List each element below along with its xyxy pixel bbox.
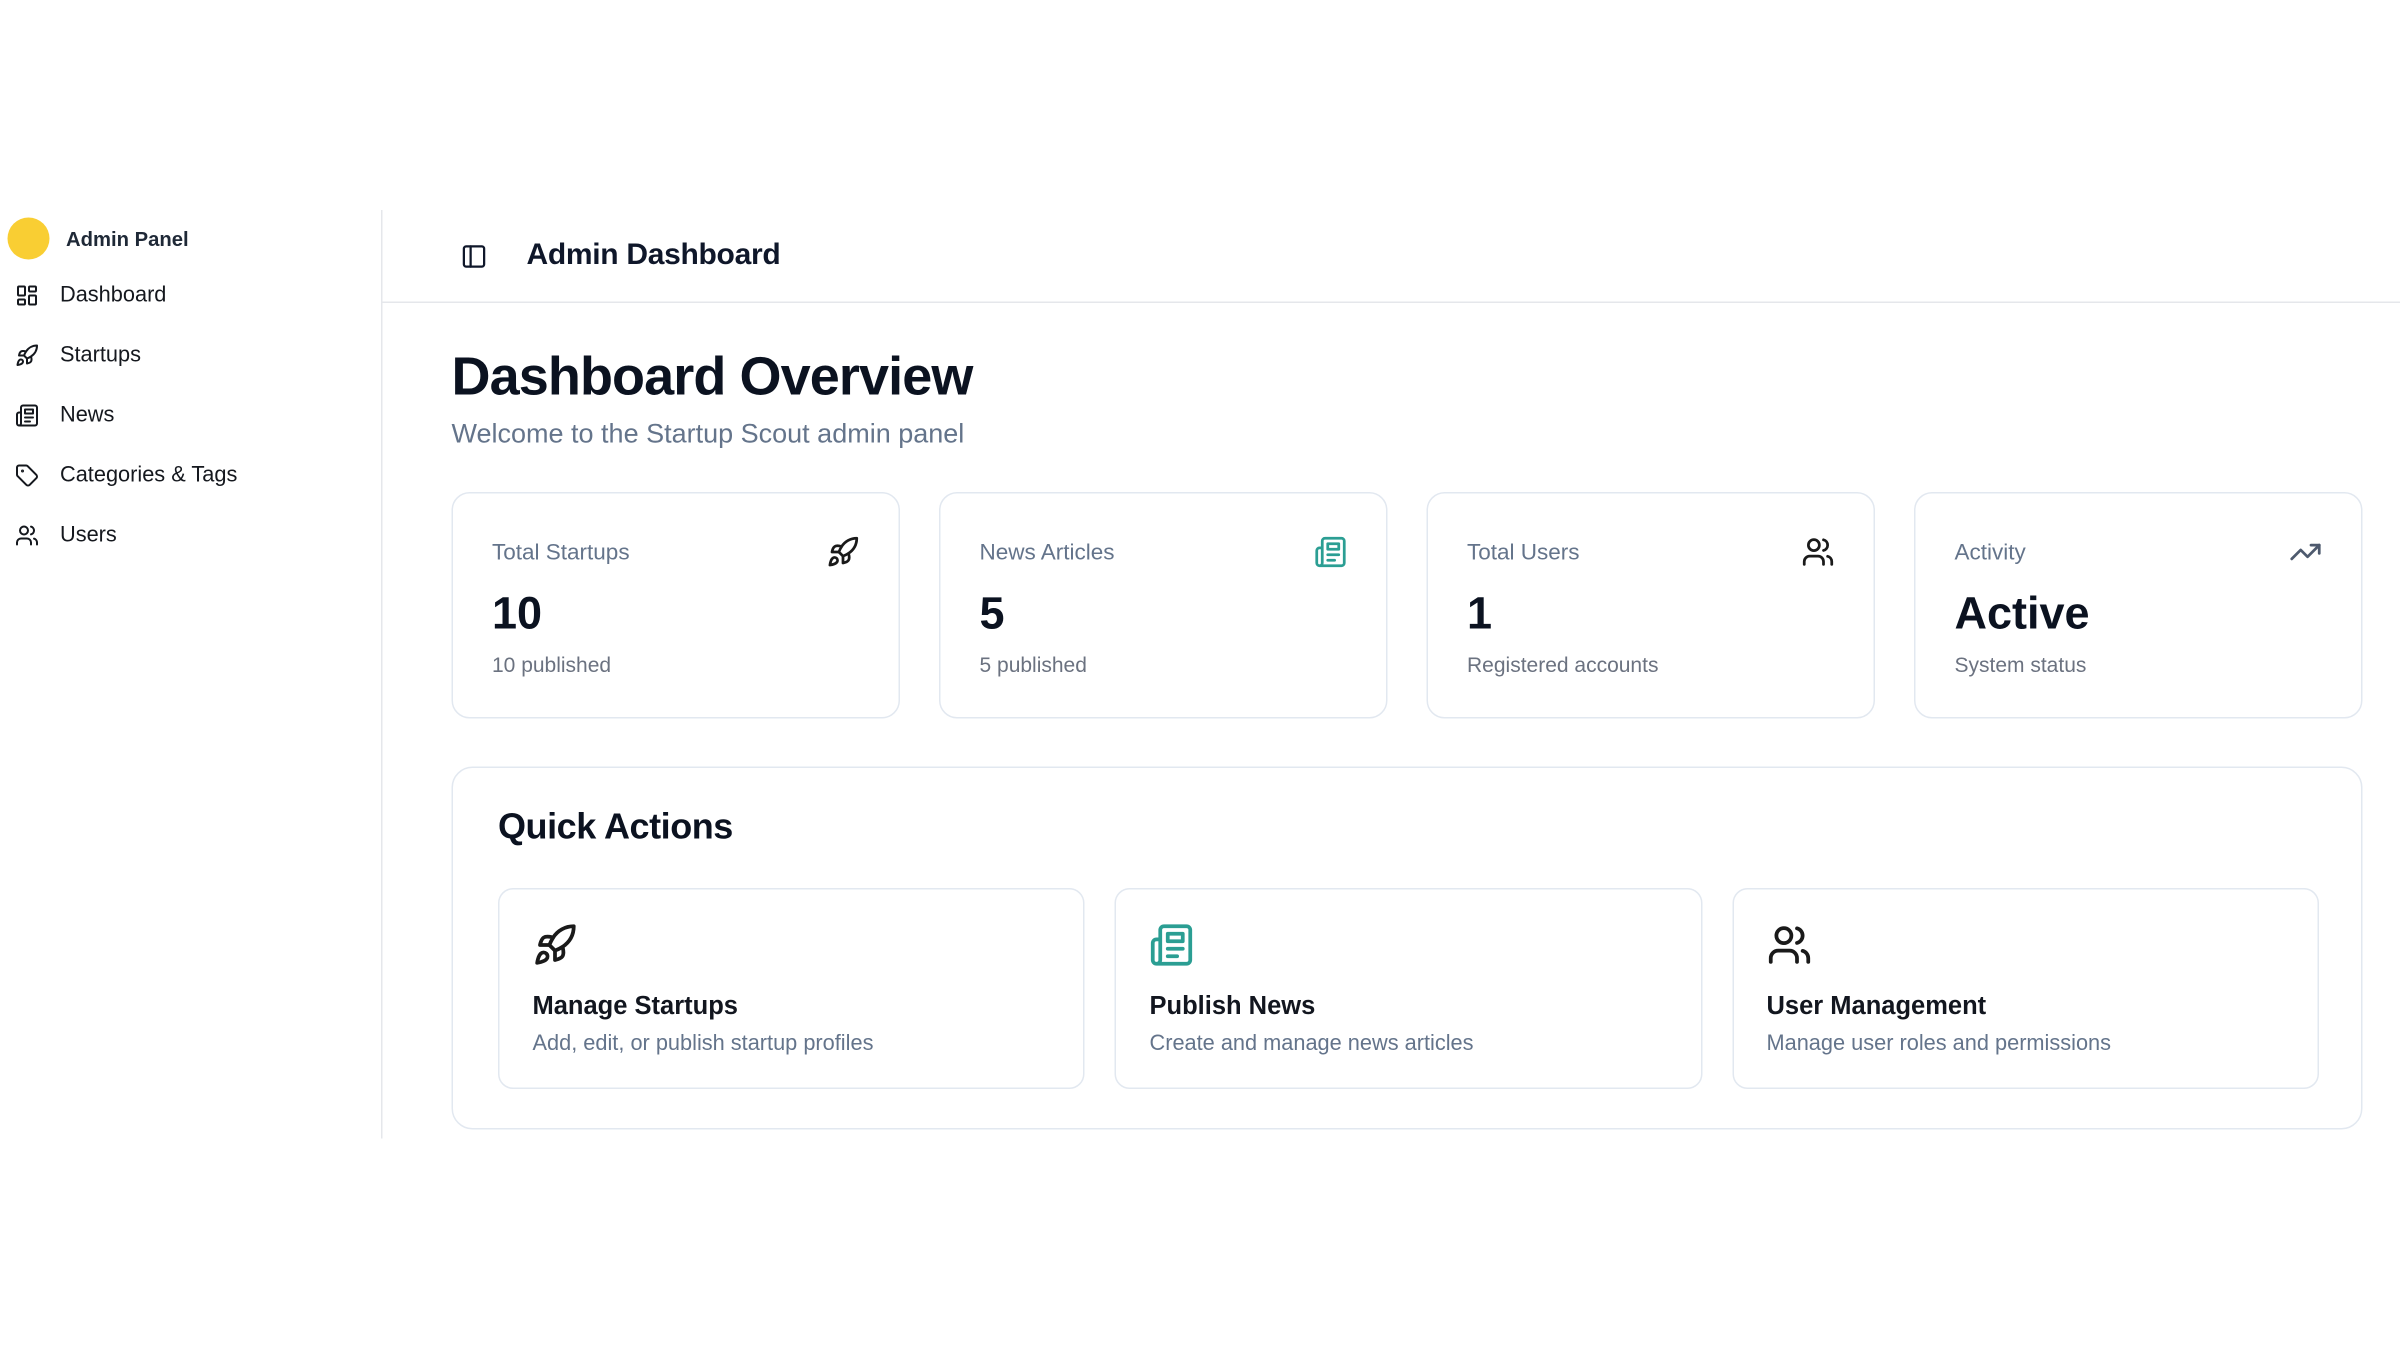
stat-subtext: Registered accounts bbox=[1467, 652, 1835, 676]
sidebar-item-dashboard[interactable]: Dashboard bbox=[8, 266, 370, 326]
action-description: Manage user roles and permissions bbox=[1766, 1032, 2284, 1056]
quick-actions-title: Quick Actions bbox=[498, 807, 2319, 849]
users-icon bbox=[1802, 536, 1835, 569]
layout-dashboard-icon bbox=[15, 284, 39, 308]
sidebar-item-label: Users bbox=[60, 524, 117, 548]
overview-subtitle: Welcome to the Startup Scout admin panel bbox=[452, 419, 2363, 451]
newspaper-icon bbox=[1149, 923, 1194, 968]
users-icon bbox=[1766, 923, 1811, 968]
users-icon bbox=[15, 524, 39, 548]
sidebar-item-label: Dashboard bbox=[60, 284, 166, 308]
page-title: Admin Dashboard bbox=[527, 239, 781, 274]
stat-card-header: Activity bbox=[1955, 536, 2323, 569]
stats-row: Total Startups 10 10 published News Arti… bbox=[452, 492, 2363, 719]
sidebar-item-news[interactable]: News bbox=[8, 386, 370, 446]
stat-subtext: 10 published bbox=[492, 652, 860, 676]
stat-label: Total Users bbox=[1467, 539, 1580, 565]
stat-value: 5 bbox=[980, 590, 1348, 642]
action-title: Publish News bbox=[1149, 992, 1667, 1022]
sidebar-item-startups[interactable]: Startups bbox=[8, 326, 370, 386]
sidebar-item-label: News bbox=[60, 404, 114, 428]
action-description: Create and manage news articles bbox=[1149, 1032, 1667, 1056]
topbar: Admin Dashboard bbox=[383, 210, 2400, 303]
stat-card-header: Total Startups bbox=[492, 536, 860, 569]
brand-label: Admin Panel bbox=[66, 227, 189, 250]
stat-card-header: News Articles bbox=[980, 536, 1348, 569]
dashboard-content: Dashboard Overview Welcome to the Startu… bbox=[383, 303, 2400, 1130]
sidebar-item-users[interactable]: Users bbox=[8, 506, 370, 566]
stat-label: News Articles bbox=[980, 539, 1115, 565]
stat-subtext: 5 published bbox=[980, 652, 1348, 676]
sidebar-item-label: Startups bbox=[60, 344, 141, 368]
action-card-publish-news[interactable]: Publish News Create and manage news arti… bbox=[1115, 888, 1702, 1089]
quick-actions-panel: Quick Actions Manage Startups Add, edit,… bbox=[452, 767, 2363, 1130]
overview-title: Dashboard Overview bbox=[452, 345, 2363, 408]
newspaper-icon bbox=[15, 404, 39, 428]
rocket-icon bbox=[15, 344, 39, 368]
stat-card-header: Total Users bbox=[1467, 536, 1835, 569]
rocket-icon bbox=[827, 536, 860, 569]
brand-logo-circle bbox=[8, 218, 50, 260]
stat-value: 10 bbox=[492, 590, 860, 642]
sidebar-item-label: Categories & Tags bbox=[60, 464, 237, 488]
stat-label: Activity bbox=[1955, 539, 2026, 565]
stat-value: 1 bbox=[1467, 590, 1835, 642]
quick-actions-grid: Manage Startups Add, edit, or publish st… bbox=[498, 888, 2319, 1089]
action-description: Add, edit, or publish startup profiles bbox=[533, 1032, 1051, 1056]
stat-card-total-startups: Total Startups 10 10 published bbox=[452, 492, 901, 719]
stat-value: Active bbox=[1955, 590, 2323, 642]
sidebar-toggle-button[interactable] bbox=[461, 242, 488, 269]
action-title: User Management bbox=[1766, 992, 2284, 1022]
action-title: Manage Startups bbox=[533, 992, 1051, 1022]
stat-card-news-articles: News Articles 5 5 published bbox=[939, 492, 1388, 719]
stat-card-activity: Activity Active System status bbox=[1914, 492, 2363, 719]
app-root: Admin Panel Dashboard Startups News Cat bbox=[0, 0, 2400, 1350]
sidebar-brand[interactable]: Admin Panel bbox=[8, 216, 370, 261]
trending-up-icon bbox=[2289, 536, 2322, 569]
admin-app: Admin Panel Dashboard Startups News Cat bbox=[0, 210, 2400, 1139]
newspaper-icon bbox=[1314, 536, 1347, 569]
action-card-manage-startups[interactable]: Manage Startups Add, edit, or publish st… bbox=[498, 888, 1085, 1089]
tag-icon bbox=[15, 464, 39, 488]
panel-left-icon bbox=[461, 242, 488, 269]
stat-subtext: System status bbox=[1955, 652, 2323, 676]
sidebar-nav: Dashboard Startups News Categories & Tag… bbox=[8, 266, 370, 566]
stat-label: Total Startups bbox=[492, 539, 630, 565]
action-card-user-management[interactable]: User Management Manage user roles and pe… bbox=[1732, 888, 2319, 1089]
sidebar: Admin Panel Dashboard Startups News Cat bbox=[0, 210, 383, 1139]
sidebar-item-categories-tags[interactable]: Categories & Tags bbox=[8, 446, 370, 506]
rocket-icon bbox=[533, 923, 578, 968]
main-area: Admin Dashboard Dashboard Overview Welco… bbox=[383, 210, 2400, 1139]
stat-card-total-users: Total Users 1 Registered accounts bbox=[1427, 492, 1876, 719]
